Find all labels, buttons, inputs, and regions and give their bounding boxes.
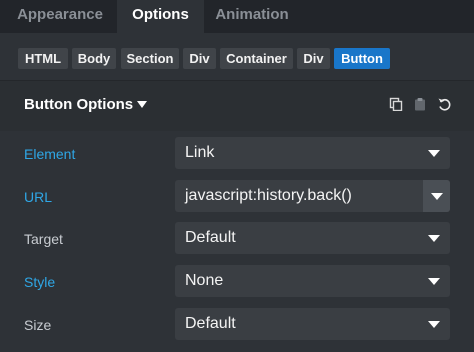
breadcrumb-div-2[interactable]: Div	[297, 48, 330, 69]
breadcrumb-html[interactable]: HTML	[18, 48, 68, 69]
breadcrumb-body[interactable]: Body	[72, 48, 116, 69]
panel-title[interactable]: Button Options	[24, 96, 133, 113]
url-label: URL	[24, 189, 53, 205]
chevron-down-icon	[428, 150, 440, 157]
breadcrumb-section[interactable]: Section	[121, 48, 179, 69]
clipboard-icon[interactable]	[413, 97, 427, 111]
size-label: Size	[24, 317, 52, 333]
target-value: Default	[185, 229, 236, 246]
chevron-down-icon	[428, 235, 440, 242]
url-value: javascript:history.back()	[185, 187, 352, 204]
chevron-down-icon	[428, 321, 440, 328]
size-select[interactable]: Default	[175, 308, 450, 340]
tab-animation[interactable]: Animation	[204, 0, 300, 33]
chevron-down-icon	[428, 278, 440, 285]
size-value: Default	[185, 315, 236, 332]
tab-bar: Appearance Options Animation	[0, 0, 474, 33]
element-label: Element	[24, 146, 76, 162]
target-select[interactable]: Default	[175, 222, 450, 254]
undo-icon[interactable]	[437, 97, 451, 111]
tab-appearance[interactable]: Appearance	[0, 0, 120, 33]
chevron-down-icon	[431, 193, 443, 200]
copy-icon[interactable]	[389, 97, 403, 111]
breadcrumb-container[interactable]: Container	[220, 48, 293, 69]
target-label: Target	[24, 231, 63, 247]
tab-options[interactable]: Options	[117, 0, 204, 33]
breadcrumb-div[interactable]: Div	[183, 48, 216, 69]
element-select[interactable]: Link	[175, 137, 450, 169]
breadcrumb-button[interactable]: Button	[334, 48, 390, 69]
url-field[interactable]: javascript:history.back()	[175, 180, 450, 212]
chevron-down-icon[interactable]	[137, 101, 147, 108]
element-value: Link	[185, 144, 215, 161]
style-value: None	[185, 272, 224, 289]
style-label: Style	[24, 274, 56, 290]
style-select[interactable]: None	[175, 265, 450, 297]
url-dropdown-button[interactable]	[423, 180, 450, 212]
